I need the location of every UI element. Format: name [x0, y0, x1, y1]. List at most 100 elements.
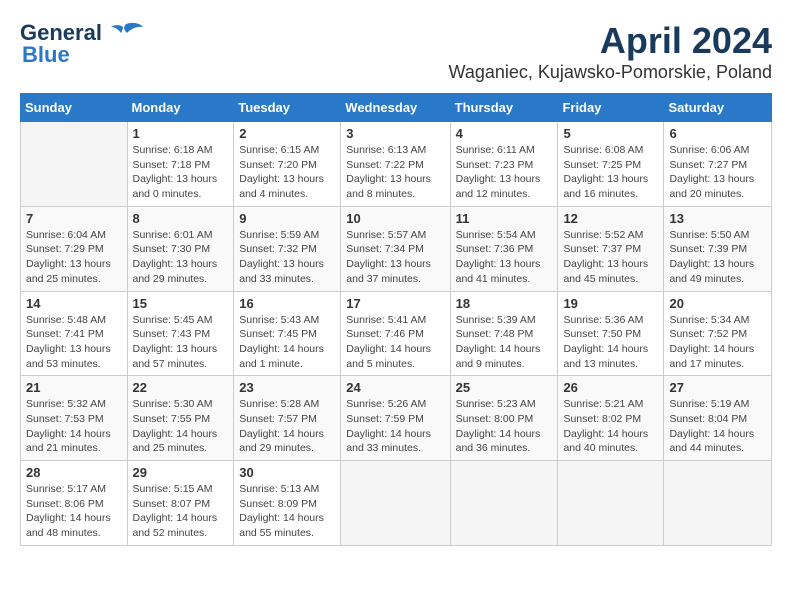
day-info: Sunrise: 5:52 AMSunset: 7:37 PMDaylight:… — [563, 228, 658, 287]
day-number: 20 — [669, 296, 766, 311]
header-friday: Friday — [558, 94, 664, 122]
day-info: Sunrise: 6:01 AMSunset: 7:30 PMDaylight:… — [133, 228, 229, 287]
calendar-header: SundayMondayTuesdayWednesdayThursdayFrid… — [21, 94, 772, 122]
day-info: Sunrise: 5:57 AMSunset: 7:34 PMDaylight:… — [346, 228, 444, 287]
calendar-cell: 13 Sunrise: 5:50 AMSunset: 7:39 PMDaylig… — [664, 206, 772, 291]
day-info: Sunrise: 6:15 AMSunset: 7:20 PMDaylight:… — [239, 143, 335, 202]
day-number: 6 — [669, 126, 766, 141]
day-info: Sunrise: 5:34 AMSunset: 7:52 PMDaylight:… — [669, 313, 766, 372]
day-number: 2 — [239, 126, 335, 141]
calendar-cell: 18 Sunrise: 5:39 AMSunset: 7:48 PMDaylig… — [450, 291, 558, 376]
day-info: Sunrise: 5:30 AMSunset: 7:55 PMDaylight:… — [133, 397, 229, 456]
day-number: 7 — [26, 211, 122, 226]
calendar-cell: 16 Sunrise: 5:43 AMSunset: 7:45 PMDaylig… — [234, 291, 341, 376]
calendar-cell: 14 Sunrise: 5:48 AMSunset: 7:41 PMDaylig… — [21, 291, 128, 376]
logo-blue-text: Blue — [20, 42, 70, 68]
day-info: Sunrise: 6:04 AMSunset: 7:29 PMDaylight:… — [26, 228, 122, 287]
day-number: 21 — [26, 380, 122, 395]
day-number: 10 — [346, 211, 444, 226]
day-info: Sunrise: 5:13 AMSunset: 8:09 PMDaylight:… — [239, 482, 335, 541]
calendar-cell: 27 Sunrise: 5:19 AMSunset: 8:04 PMDaylig… — [664, 376, 772, 461]
day-number: 4 — [456, 126, 553, 141]
day-number: 24 — [346, 380, 444, 395]
calendar-cell: 30 Sunrise: 5:13 AMSunset: 8:09 PMDaylig… — [234, 461, 341, 546]
calendar-cell: 8 Sunrise: 6:01 AMSunset: 7:30 PMDayligh… — [127, 206, 234, 291]
calendar-cell — [341, 461, 450, 546]
calendar-cell: 11 Sunrise: 5:54 AMSunset: 7:36 PMDaylig… — [450, 206, 558, 291]
calendar-cell — [21, 122, 128, 207]
day-number: 1 — [133, 126, 229, 141]
calendar-cell — [450, 461, 558, 546]
calendar-cell: 19 Sunrise: 5:36 AMSunset: 7:50 PMDaylig… — [558, 291, 664, 376]
day-number: 17 — [346, 296, 444, 311]
day-number: 13 — [669, 211, 766, 226]
day-number: 5 — [563, 126, 658, 141]
header-sunday: Sunday — [21, 94, 128, 122]
day-number: 3 — [346, 126, 444, 141]
calendar-cell: 24 Sunrise: 5:26 AMSunset: 7:59 PMDaylig… — [341, 376, 450, 461]
day-info: Sunrise: 5:15 AMSunset: 8:07 PMDaylight:… — [133, 482, 229, 541]
day-info: Sunrise: 6:18 AMSunset: 7:18 PMDaylight:… — [133, 143, 229, 202]
main-title: April 2024 — [449, 20, 772, 62]
calendar-cell: 17 Sunrise: 5:41 AMSunset: 7:46 PMDaylig… — [341, 291, 450, 376]
day-info: Sunrise: 5:41 AMSunset: 7:46 PMDaylight:… — [346, 313, 444, 372]
day-number: 25 — [456, 380, 553, 395]
calendar-cell: 4 Sunrise: 6:11 AMSunset: 7:23 PMDayligh… — [450, 122, 558, 207]
header-wednesday: Wednesday — [341, 94, 450, 122]
day-info: Sunrise: 5:36 AMSunset: 7:50 PMDaylight:… — [563, 313, 658, 372]
calendar-cell: 22 Sunrise: 5:30 AMSunset: 7:55 PMDaylig… — [127, 376, 234, 461]
logo: General Blue — [20, 20, 143, 68]
day-info: Sunrise: 6:08 AMSunset: 7:25 PMDaylight:… — [563, 143, 658, 202]
day-number: 15 — [133, 296, 229, 311]
calendar-cell: 26 Sunrise: 5:21 AMSunset: 8:02 PMDaylig… — [558, 376, 664, 461]
week-row-3: 14 Sunrise: 5:48 AMSunset: 7:41 PMDaylig… — [21, 291, 772, 376]
day-info: Sunrise: 5:39 AMSunset: 7:48 PMDaylight:… — [456, 313, 553, 372]
day-info: Sunrise: 5:23 AMSunset: 8:00 PMDaylight:… — [456, 397, 553, 456]
calendar-cell — [664, 461, 772, 546]
header: General Blue April 2024 Waganiec, Kujaws… — [20, 20, 772, 83]
day-info: Sunrise: 5:50 AMSunset: 7:39 PMDaylight:… — [669, 228, 766, 287]
day-info: Sunrise: 5:43 AMSunset: 7:45 PMDaylight:… — [239, 313, 335, 372]
day-number: 18 — [456, 296, 553, 311]
calendar-cell: 2 Sunrise: 6:15 AMSunset: 7:20 PMDayligh… — [234, 122, 341, 207]
calendar-cell: 1 Sunrise: 6:18 AMSunset: 7:18 PMDayligh… — [127, 122, 234, 207]
logo-bird-icon — [107, 21, 143, 45]
day-number: 27 — [669, 380, 766, 395]
calendar-cell: 5 Sunrise: 6:08 AMSunset: 7:25 PMDayligh… — [558, 122, 664, 207]
calendar-cell: 20 Sunrise: 5:34 AMSunset: 7:52 PMDaylig… — [664, 291, 772, 376]
day-number: 19 — [563, 296, 658, 311]
day-info: Sunrise: 6:11 AMSunset: 7:23 PMDaylight:… — [456, 143, 553, 202]
day-number: 29 — [133, 465, 229, 480]
day-info: Sunrise: 5:59 AMSunset: 7:32 PMDaylight:… — [239, 228, 335, 287]
day-info: Sunrise: 5:45 AMSunset: 7:43 PMDaylight:… — [133, 313, 229, 372]
day-number: 22 — [133, 380, 229, 395]
day-number: 30 — [239, 465, 335, 480]
day-info: Sunrise: 5:28 AMSunset: 7:57 PMDaylight:… — [239, 397, 335, 456]
week-row-1: 1 Sunrise: 6:18 AMSunset: 7:18 PMDayligh… — [21, 122, 772, 207]
day-info: Sunrise: 5:48 AMSunset: 7:41 PMDaylight:… — [26, 313, 122, 372]
calendar-table: SundayMondayTuesdayWednesdayThursdayFrid… — [20, 93, 772, 546]
calendar-cell: 12 Sunrise: 5:52 AMSunset: 7:37 PMDaylig… — [558, 206, 664, 291]
calendar-cell: 28 Sunrise: 5:17 AMSunset: 8:06 PMDaylig… — [21, 461, 128, 546]
day-info: Sunrise: 5:54 AMSunset: 7:36 PMDaylight:… — [456, 228, 553, 287]
header-saturday: Saturday — [664, 94, 772, 122]
calendar-cell: 15 Sunrise: 5:45 AMSunset: 7:43 PMDaylig… — [127, 291, 234, 376]
calendar-cell: 10 Sunrise: 5:57 AMSunset: 7:34 PMDaylig… — [341, 206, 450, 291]
header-tuesday: Tuesday — [234, 94, 341, 122]
day-number: 11 — [456, 211, 553, 226]
calendar-cell — [558, 461, 664, 546]
day-info: Sunrise: 6:13 AMSunset: 7:22 PMDaylight:… — [346, 143, 444, 202]
week-row-4: 21 Sunrise: 5:32 AMSunset: 7:53 PMDaylig… — [21, 376, 772, 461]
day-number: 23 — [239, 380, 335, 395]
calendar-cell: 7 Sunrise: 6:04 AMSunset: 7:29 PMDayligh… — [21, 206, 128, 291]
day-info: Sunrise: 5:19 AMSunset: 8:04 PMDaylight:… — [669, 397, 766, 456]
day-info: Sunrise: 5:26 AMSunset: 7:59 PMDaylight:… — [346, 397, 444, 456]
calendar-cell: 29 Sunrise: 5:15 AMSunset: 8:07 PMDaylig… — [127, 461, 234, 546]
day-number: 28 — [26, 465, 122, 480]
day-number: 12 — [563, 211, 658, 226]
day-info: Sunrise: 5:21 AMSunset: 8:02 PMDaylight:… — [563, 397, 658, 456]
day-info: Sunrise: 6:06 AMSunset: 7:27 PMDaylight:… — [669, 143, 766, 202]
calendar-cell: 9 Sunrise: 5:59 AMSunset: 7:32 PMDayligh… — [234, 206, 341, 291]
calendar-cell: 21 Sunrise: 5:32 AMSunset: 7:53 PMDaylig… — [21, 376, 128, 461]
header-thursday: Thursday — [450, 94, 558, 122]
